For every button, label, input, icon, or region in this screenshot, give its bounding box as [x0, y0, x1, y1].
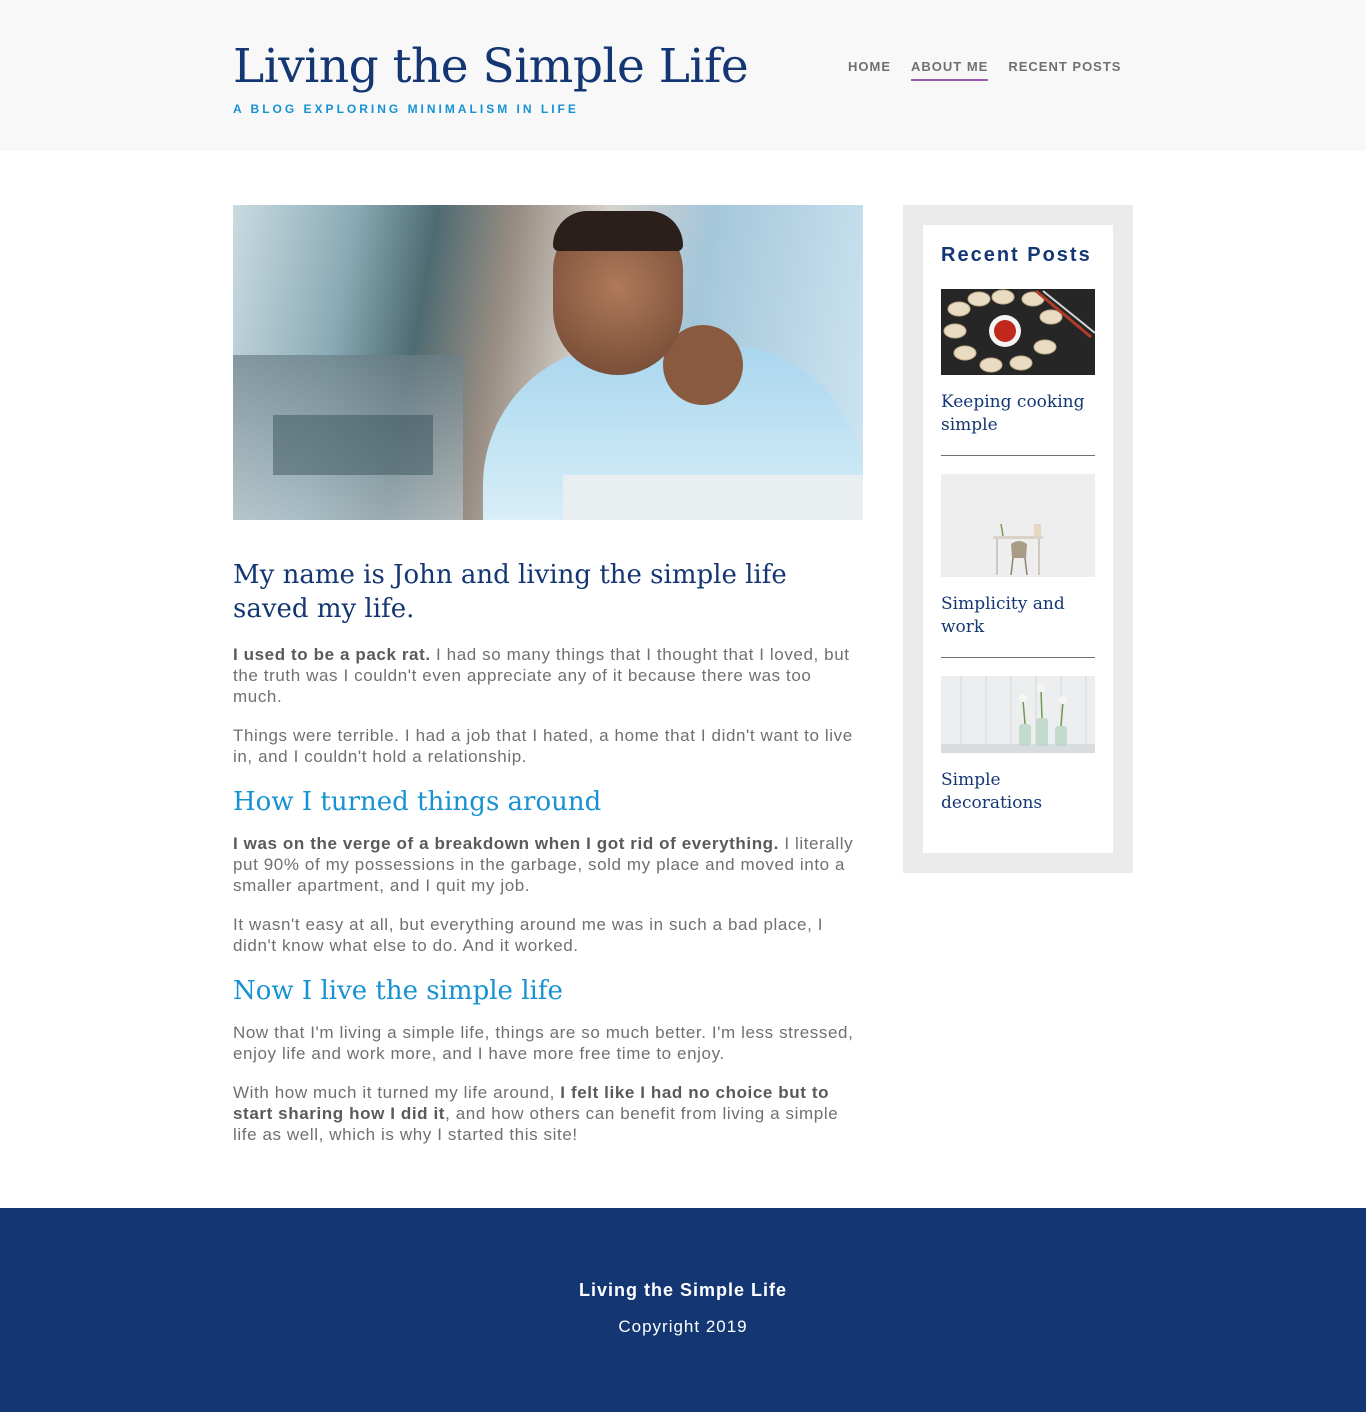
recent-post-title[interactable]: Keeping cooking simple	[941, 391, 1095, 437]
site-footer: Living the Simple Life Copyright 2019	[0, 1208, 1366, 1412]
sidebar: Recent Posts Keeping cooking simple Simp…	[903, 205, 1133, 873]
branding: Living the Simple Life A blog exploring …	[233, 38, 749, 116]
site-title[interactable]: Living the Simple Life	[233, 38, 749, 96]
section1-paragraph-1: I was on the verge of a breakdown when I…	[233, 833, 863, 896]
recent-post-title[interactable]: Simple decorations	[941, 769, 1095, 815]
site-subtitle: A blog exploring minimalism in life	[233, 102, 579, 116]
intro-paragraph-1: I used to be a pack rat. I had so many t…	[233, 644, 863, 707]
recent-post-item[interactable]: Simplicity and work	[941, 474, 1095, 639]
desk-chair-image[interactable]	[941, 474, 1095, 577]
section1-bold: I was on the verge of a breakdown when I…	[233, 834, 779, 853]
vases-image[interactable]	[941, 676, 1095, 753]
recent-post-title[interactable]: Simplicity and work	[941, 593, 1095, 639]
widget-title: Recent Posts	[941, 244, 1092, 266]
footer-title: Living the Simple Life	[578, 1280, 788, 1300]
section-title-simple-life: Now I live the simple life	[233, 976, 563, 1006]
footer-copyright: Copyright 2019	[618, 1317, 748, 1336]
nav-recent-posts[interactable]: Recent posts	[1008, 59, 1121, 81]
post-divider	[941, 657, 1095, 658]
nav-about-me[interactable]: About me	[911, 59, 989, 81]
section2-paragraph-2: With how much it turned my life around, …	[233, 1082, 863, 1145]
nav-home[interactable]: Home	[848, 59, 891, 81]
recent-posts-widget: Recent Posts Keeping cooking simple Simp…	[923, 225, 1113, 853]
intro-paragraph-2: Things were terrible. I had a job that I…	[233, 726, 853, 766]
section2-paragraph-1: Now that I'm living a simple life, thing…	[233, 1023, 854, 1063]
recent-post-item[interactable]: Simple decorations	[941, 676, 1095, 815]
section2-text-start: With how much it turned my life around,	[233, 1083, 561, 1102]
section-title-turned-around: How I turned things around	[233, 787, 602, 817]
article-title: My name is John and living the simple li…	[233, 560, 787, 624]
dumplings-image[interactable]	[941, 289, 1095, 375]
post-divider	[941, 455, 1095, 456]
recent-post-item[interactable]: Keeping cooking simple	[941, 289, 1095, 437]
main-content: My name is John and living the simple li…	[233, 205, 863, 1163]
section1-paragraph-2: It wasn't easy at all, but everything ar…	[233, 915, 824, 955]
site-header: Living the Simple Life A blog exploring …	[0, 0, 1366, 151]
portrait-image	[233, 205, 863, 520]
main-nav: Home About me Recent posts	[848, 59, 1121, 81]
intro-bold: I used to be a pack rat.	[233, 645, 431, 664]
